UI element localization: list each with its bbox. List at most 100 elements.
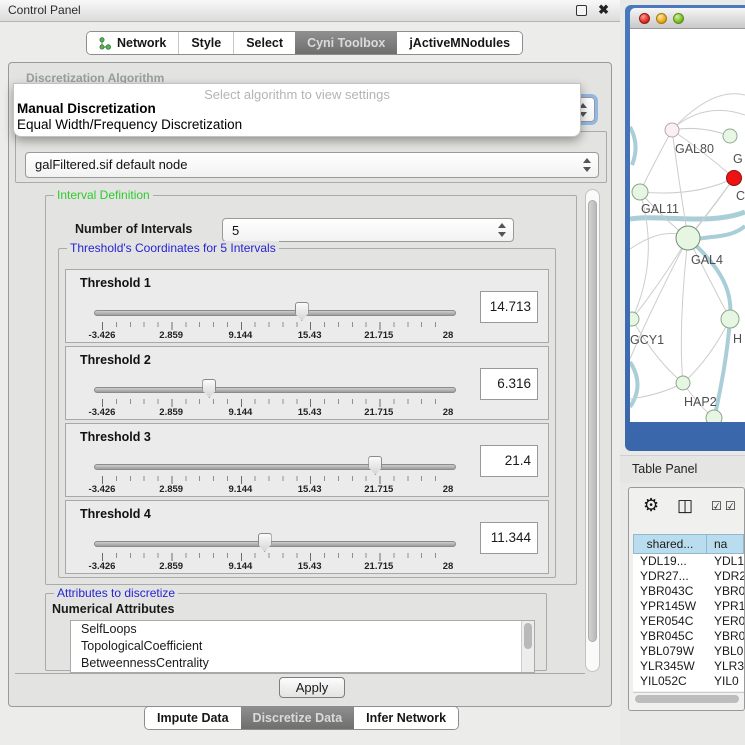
scale-label: -3.426 xyxy=(89,484,116,495)
list-scrollbar[interactable] xyxy=(521,621,534,672)
attributes-legend: Attributes to discretize xyxy=(54,586,178,600)
threshold-4-slider-thumb[interactable] xyxy=(258,533,272,552)
cell: YLR3 xyxy=(707,659,744,674)
node-gal80[interactable] xyxy=(665,123,679,137)
control-panel-titlebar: Control Panel ✖ xyxy=(0,0,620,22)
cell: YLR345W xyxy=(633,659,707,674)
num-intervals-label: Number of Intervals xyxy=(75,222,192,236)
numerical-attributes-title: Numerical Attributes xyxy=(52,602,174,616)
node-gal4[interactable] xyxy=(676,226,700,250)
table-row[interactable]: YIL052CYIL0 xyxy=(633,674,744,689)
tab-infer-network[interactable]: Infer Network xyxy=(354,707,458,729)
network-window-titlebar[interactable] xyxy=(630,8,745,29)
column-header-shared[interactable]: shared... xyxy=(633,534,707,554)
threshold-2-group: Threshold 2 -3.426 2.859 9.144 15.43 21.… xyxy=(65,346,549,420)
table-row[interactable]: YER054CYER0 xyxy=(633,614,744,629)
cell: YPR1 xyxy=(707,599,744,614)
scale-label: 28 xyxy=(443,407,454,418)
interval-definition-group: Interval Definition Number of Intervals … xyxy=(45,195,577,585)
node-selected-red[interactable] xyxy=(727,171,742,186)
tab-discretize-data[interactable]: Discretize Data xyxy=(241,707,355,729)
tab-select[interactable]: Select xyxy=(233,32,295,54)
scale-label: 28 xyxy=(443,484,454,495)
scale-label: 21.715 xyxy=(364,407,393,418)
table-panel: ⚙ ◫ ☑ ☑ shared... na YDL19...YDL1 YDR27.… xyxy=(628,487,745,711)
node-g[interactable] xyxy=(723,129,737,143)
scale-label: 2.859 xyxy=(159,561,183,572)
node-label-hap2: HAP2 xyxy=(684,395,717,409)
threshold-2-slider-thumb[interactable] xyxy=(202,379,216,398)
node-bottom[interactable] xyxy=(706,410,722,422)
tab-jactivemnodules[interactable]: jActiveMNodules xyxy=(397,32,522,54)
tab-cyni-toolbox-label: Cyni Toolbox xyxy=(307,36,385,50)
tab-impute-data[interactable]: Impute Data xyxy=(145,707,241,729)
list-item[interactable]: TopologicalCoefficient xyxy=(71,638,534,655)
tab-cyni-toolbox[interactable]: Cyni Toolbox xyxy=(295,32,397,54)
apply-button[interactable]: Apply xyxy=(279,677,345,698)
num-intervals-combobox[interactable]: 5 xyxy=(222,218,514,242)
scale-label: 28 xyxy=(443,561,454,572)
threshold-4-value-field[interactable]: 11.344 xyxy=(480,522,538,554)
table-row[interactable]: YBR043CYBR0 xyxy=(633,584,744,599)
num-intervals-value: 5 xyxy=(232,219,239,243)
node-label-gcy1: GCY1 xyxy=(630,333,664,347)
list-item[interactable]: SelfLoops xyxy=(71,621,534,638)
table-row[interactable]: YDL19...YDL1 xyxy=(633,554,744,569)
table-row[interactable]: YBL079WYBL0 xyxy=(633,644,744,659)
tab-style[interactable]: Style xyxy=(178,32,233,54)
panel-scrollbar[interactable] xyxy=(585,189,600,672)
close-window-icon[interactable] xyxy=(639,13,650,24)
cell: YDL19... xyxy=(633,554,707,569)
scale-label: 15.43 xyxy=(298,407,322,418)
tab-network[interactable]: Network xyxy=(87,32,178,54)
algorithm-option-manual[interactable]: Manual Discretization xyxy=(14,101,580,117)
threshold-3-slider-thumb[interactable] xyxy=(368,456,382,475)
scale-label: 2.859 xyxy=(159,407,183,418)
node-label-gal4: GAL4 xyxy=(691,253,723,267)
algorithm-placeholder-option[interactable]: Select algorithm to view settings xyxy=(14,84,580,101)
close-icon[interactable]: ✖ xyxy=(598,2,609,18)
node-hap2[interactable] xyxy=(676,376,690,390)
columns-icon[interactable]: ◫ xyxy=(677,496,693,516)
table-row[interactable]: YDR27...YDR2 xyxy=(633,569,744,584)
scale-labels: -3.426 2.859 9.144 15.43 21.715 28 xyxy=(102,561,448,573)
float-window-icon[interactable] xyxy=(576,5,587,16)
scrollbar-thumb[interactable] xyxy=(635,695,739,703)
scrollbar-thumb[interactable] xyxy=(588,200,597,642)
scale-label: 15.43 xyxy=(298,561,322,572)
gear-icon[interactable]: ⚙ xyxy=(643,495,659,516)
threshold-1-value-field[interactable]: 14.713 xyxy=(480,291,538,323)
checkbox-icon[interactable]: ☑ xyxy=(711,499,722,513)
combo-stepper-icon xyxy=(498,223,507,237)
minimize-window-icon[interactable] xyxy=(656,13,667,24)
node-label-gal11: GAL11 xyxy=(641,202,679,216)
control-panel: Control Panel ✖ Network Style Select Cyn… xyxy=(0,0,620,745)
node-label-h: H xyxy=(733,332,742,346)
node-gcy1[interactable] xyxy=(630,312,639,326)
table-data-combobox[interactable]: galFiltered.sif default node xyxy=(25,152,599,178)
tab-jactivemnodules-label: jActiveMNodules xyxy=(409,36,510,50)
algorithm-option-equal-width[interactable]: Equal Width/Frequency Discretization xyxy=(14,117,580,133)
column-header-name[interactable]: na xyxy=(707,534,744,554)
cell: YBL079W xyxy=(633,644,707,659)
interval-definition-legend: Interval Definition xyxy=(54,188,153,202)
zoom-window-icon[interactable] xyxy=(673,13,684,24)
list-item[interactable]: BetweennessCentrality xyxy=(71,655,534,672)
table-row[interactable]: YPR145WYPR1 xyxy=(633,599,744,614)
table-horizontal-scrollbar[interactable] xyxy=(633,692,744,704)
numerical-attributes-list: SelfLoops TopologicalCoefficient Between… xyxy=(70,620,535,673)
table-row[interactable]: YBR045CYBR0 xyxy=(633,629,744,644)
scale-label: 2.859 xyxy=(159,330,183,341)
threshold-1-group: Threshold 1 -3.426 2.859 9.144 15.43 21.… xyxy=(65,269,549,343)
node-gal11[interactable] xyxy=(632,184,648,200)
table-header-row: shared... na xyxy=(633,534,744,554)
network-canvas[interactable]: GAL80 G GAL11 GAL4 GCY1 H HAP2 C xyxy=(630,29,745,422)
checkbox-icon[interactable]: ☑ xyxy=(725,499,736,513)
table-row[interactable]: YLR345WYLR3 xyxy=(633,659,744,674)
threshold-3-value-field[interactable]: 21.4 xyxy=(480,445,538,477)
node-h[interactable] xyxy=(721,310,739,328)
threshold-2-value-field[interactable]: 6.316 xyxy=(480,368,538,400)
threshold-1-slider-thumb[interactable] xyxy=(295,302,309,321)
table-data-selected: galFiltered.sif default node xyxy=(35,153,187,177)
table-panel-titlebar: Table Panel xyxy=(620,455,745,483)
